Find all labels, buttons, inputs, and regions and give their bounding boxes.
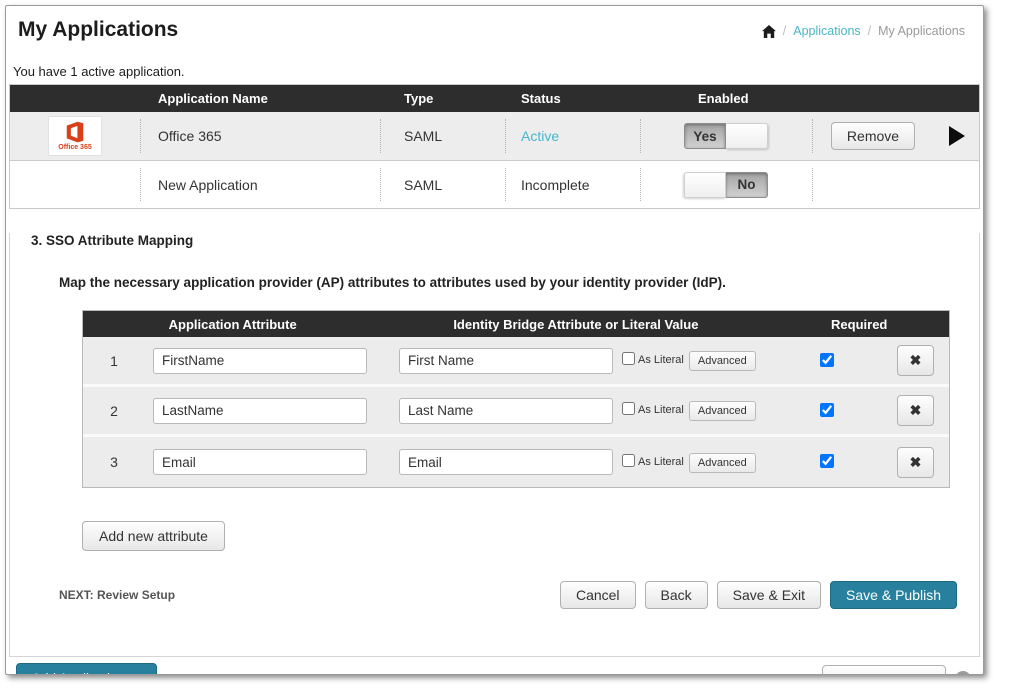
as-literal-group: As Literal Advanced	[622, 350, 756, 371]
app-status[interactable]: Active	[505, 112, 640, 160]
required-checkbox[interactable]	[820, 403, 834, 417]
breadcrumb-separator: /	[868, 24, 871, 38]
action-cell: Remove	[812, 112, 934, 160]
attribute-row-3: 3 As Literal Advanced ✖	[83, 437, 949, 487]
save-publish-button[interactable]: Save & Publish	[830, 581, 957, 609]
new-app-icon-spacer	[10, 161, 140, 208]
required-checkbox[interactable]	[820, 353, 834, 367]
app-type: SAML	[380, 161, 505, 208]
action-buttons: Cancel Back Save & Exit Save & Publish	[560, 581, 957, 609]
back-button[interactable]: Back	[645, 581, 708, 609]
section-description: Map the necessary application provider (…	[59, 275, 979, 290]
expand-arrow-icon[interactable]	[949, 126, 965, 146]
row-number: 3	[99, 454, 129, 470]
next-step-label: NEXT: Review Setup	[59, 588, 175, 602]
page-title: My Applications	[18, 18, 178, 42]
advanced-button[interactable]: Advanced	[689, 351, 756, 371]
as-literal-label: As Literal	[638, 354, 684, 366]
applications-table-header: Application Name Type Status Enabled	[10, 85, 979, 112]
attribute-row-1: 1 As Literal Advanced ✖	[83, 337, 949, 387]
app-window: My Applications / Applications / My Appl…	[5, 5, 984, 675]
row-number: 1	[99, 353, 129, 369]
home-icon[interactable]	[762, 25, 776, 38]
applications-table: Application Name Type Status Enabled Off…	[9, 84, 980, 209]
as-literal-label: As Literal	[638, 456, 684, 468]
section-title: 3. SSO Attribute Mapping	[31, 233, 979, 248]
identity-bridge-attribute-input[interactable]	[399, 398, 613, 424]
active-application-count: You have 1 active application.	[13, 64, 983, 79]
header-enabled: Enabled	[640, 91, 812, 106]
identity-bridge-attribute-input[interactable]	[399, 449, 613, 475]
header-type: Type	[380, 91, 505, 106]
cancel-button[interactable]: Cancel	[560, 581, 636, 609]
delete-attribute-button[interactable]: ✖	[897, 447, 934, 478]
header-status: Status	[505, 91, 640, 106]
add-application-button[interactable]: Add Application	[16, 663, 157, 675]
enabled-toggle[interactable]: No	[684, 172, 768, 198]
as-literal-checkbox[interactable]	[622, 402, 635, 415]
toggle-off-segment[interactable]	[726, 123, 768, 149]
header-identity-bridge-attribute: Identity Bridge Attribute or Literal Val…	[382, 317, 769, 332]
required-checkbox[interactable]	[820, 454, 834, 468]
row-number: 2	[99, 403, 129, 419]
delete-attribute-button[interactable]: ✖	[897, 345, 934, 376]
toggle-yes-segment[interactable]: Yes	[684, 123, 726, 149]
footer-bar: Add Application Pause All SSO ?	[6, 657, 983, 675]
delete-attribute-button[interactable]: ✖	[897, 395, 934, 426]
add-application-label: Add Application	[32, 671, 125, 675]
as-literal-checkbox[interactable]	[622, 454, 635, 467]
app-type: SAML	[380, 112, 505, 160]
required-cell	[756, 400, 897, 422]
header-required: Required	[769, 317, 949, 332]
as-literal-checkbox[interactable]	[622, 352, 635, 365]
attribute-table-header: Application Attribute Identity Bridge At…	[83, 311, 949, 337]
add-attribute-row: Add new attribute	[82, 521, 979, 551]
arrow-cell	[934, 161, 979, 208]
arrow-cell	[934, 112, 979, 160]
application-attribute-input[interactable]	[153, 449, 367, 475]
office-logo-icon	[64, 121, 86, 143]
required-cell	[756, 350, 897, 372]
top-bar: My Applications / Applications / My Appl…	[6, 6, 983, 42]
advanced-button[interactable]: Advanced	[689, 401, 756, 421]
add-new-attribute-button[interactable]: Add new attribute	[82, 521, 225, 551]
footer-right: Pause All SSO ?	[822, 665, 971, 676]
application-attribute-input[interactable]	[153, 398, 367, 424]
attribute-row-2: 2 As Literal Advanced ✖	[83, 387, 949, 437]
header-application-name: Application Name	[140, 91, 380, 106]
help-icon[interactable]: ?	[955, 671, 971, 676]
app-row-new-application: New Application SAML Incomplete No	[10, 160, 979, 208]
app-status: Incomplete	[505, 161, 640, 208]
breadcrumb-link-applications[interactable]: Applications	[793, 24, 860, 38]
toggle-off-segment[interactable]	[684, 172, 726, 198]
sso-attribute-mapping-panel: 3. SSO Attribute Mapping Map the necessa…	[9, 233, 980, 657]
as-literal-label: As Literal	[638, 404, 684, 416]
actions-row: NEXT: Review Setup Cancel Back Save & Ex…	[59, 581, 957, 609]
as-literal-group: As Literal Advanced	[622, 400, 756, 421]
attribute-mapping-table: Application Attribute Identity Bridge At…	[82, 310, 950, 488]
enabled-cell: No	[640, 161, 812, 208]
toggle-no-segment[interactable]: No	[726, 172, 768, 198]
remove-button[interactable]: Remove	[831, 122, 915, 150]
save-exit-button[interactable]: Save & Exit	[717, 581, 821, 609]
office365-icon-label: Office 365	[58, 144, 91, 151]
enabled-cell: Yes	[640, 112, 812, 160]
identity-bridge-attribute-input[interactable]	[399, 348, 613, 374]
office365-icon: Office 365	[10, 112, 140, 160]
app-name: Office 365	[140, 112, 380, 160]
breadcrumb-current: My Applications	[878, 24, 965, 38]
enabled-toggle[interactable]: Yes	[684, 123, 768, 149]
as-literal-group: As Literal Advanced	[622, 452, 756, 473]
required-cell	[756, 451, 897, 473]
application-attribute-input[interactable]	[153, 348, 367, 374]
pause-all-sso-button[interactable]: Pause All SSO	[822, 665, 946, 676]
action-cell	[812, 161, 934, 208]
app-row-office365: Office 365 Office 365 SAML Active Yes Re…	[10, 112, 979, 160]
header-application-attribute: Application Attribute	[83, 317, 382, 332]
advanced-button[interactable]: Advanced	[689, 453, 756, 473]
breadcrumb-separator: /	[783, 24, 786, 38]
app-name: New Application	[140, 161, 380, 208]
breadcrumb: / Applications / My Applications	[762, 24, 965, 38]
